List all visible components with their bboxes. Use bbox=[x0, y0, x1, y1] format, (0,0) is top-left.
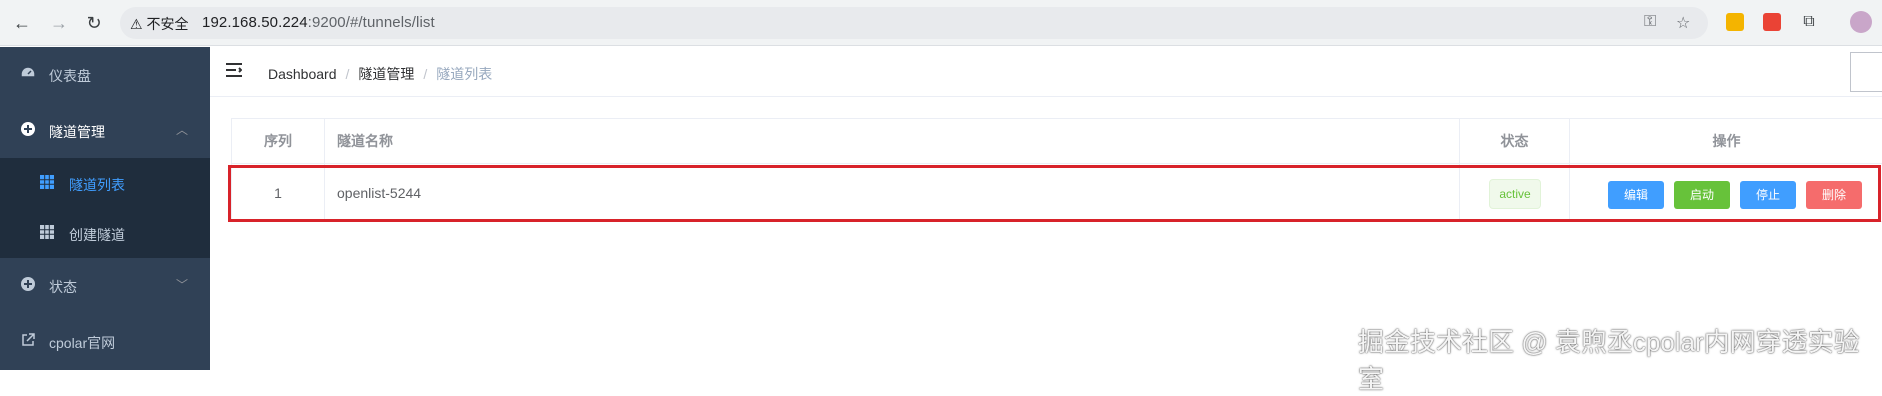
sidebar-item-create-tunnel[interactable]: 创建隧道 bbox=[0, 208, 210, 258]
address-bar[interactable]: ⚠ 不安全 192.168.50.224:9200/#/tunnels/list… bbox=[120, 7, 1708, 39]
dashboard-icon bbox=[20, 66, 36, 78]
browser-toolbar: ← → ↻ ⚠ 不安全 192.168.50.224:9200/#/tunnel… bbox=[0, 0, 1882, 46]
highlight-box bbox=[228, 165, 1881, 222]
plus-circle-icon bbox=[21, 122, 35, 136]
sidebar: 仪表盘 隧道管理 ︿ 隧道列表 创建隧道 状态 ﹀ cpolar官网 bbox=[0, 47, 210, 370]
hamburger-icon[interactable] bbox=[226, 63, 242, 77]
extension-icon[interactable] bbox=[1726, 13, 1744, 31]
sidebar-item-label: 创建隧道 bbox=[69, 227, 125, 243]
url-text[interactable]: 192.168.50.224:9200/#/tunnels/list bbox=[202, 14, 435, 31]
extension-icon[interactable] bbox=[1763, 13, 1781, 31]
watermark: 掘金技术社区 @ 袁煦丞cpolar内网穿透实验室 bbox=[1358, 327, 1860, 394]
breadcrumb-item-dashboard[interactable]: Dashboard bbox=[268, 66, 337, 82]
navbar: Dashboard / 隧道管理 / 隧道列表 bbox=[210, 47, 1882, 97]
external-link-icon bbox=[22, 333, 35, 346]
header-cell: 操作 bbox=[1712, 133, 1741, 149]
grid-icon bbox=[40, 175, 54, 189]
chevron-up-icon: ︿ bbox=[175, 123, 188, 137]
header-cell: 序列 bbox=[232, 119, 325, 163]
sidebar-item-tunnel-management[interactable]: 隧道管理 ︿ bbox=[0, 103, 210, 159]
reload-icon[interactable]: ↻ bbox=[82, 11, 106, 35]
sidebar-item-label: 仪表盘 bbox=[49, 68, 91, 84]
sidebar-item-label: 隧道管理 bbox=[49, 124, 105, 140]
password-key-icon[interactable]: ⚿ bbox=[1644, 13, 1656, 31]
header-cell: 状态 bbox=[1460, 119, 1570, 163]
sidebar-item-cpolar-site[interactable]: cpolar官网 bbox=[0, 314, 210, 370]
profile-avatar[interactable] bbox=[1850, 11, 1872, 33]
sidebar-item-label: cpolar官网 bbox=[49, 335, 116, 351]
sidebar-item-label: 隧道列表 bbox=[69, 177, 125, 193]
sidebar-item-label: 状态 bbox=[49, 279, 77, 295]
extensions-puzzle-icon[interactable]: ⧉ bbox=[1797, 10, 1821, 34]
sidebar-item-status[interactable]: 状态 ﹀ bbox=[0, 258, 210, 314]
grid-icon bbox=[40, 225, 54, 239]
sidebar-item-tunnel-list[interactable]: 隧道列表 bbox=[0, 158, 210, 208]
header-cell: 隧道名称 bbox=[325, 119, 1460, 163]
submenu-tunnel: 隧道列表 创建隧道 bbox=[0, 158, 210, 258]
table-header: 序列 隧道名称 状态 操作 bbox=[232, 119, 1882, 164]
sidebar-item-dashboard[interactable]: 仪表盘 bbox=[0, 47, 210, 103]
plus-circle-icon bbox=[21, 277, 35, 291]
breadcrumb-item-tunnel-management[interactable]: 隧道管理 bbox=[358, 66, 414, 82]
security-warning[interactable]: ⚠ 不安全 bbox=[130, 14, 188, 34]
bookmark-star-icon[interactable]: ☆ bbox=[1676, 13, 1690, 33]
back-icon[interactable]: ← bbox=[10, 11, 34, 35]
forward-icon[interactable]: → bbox=[47, 11, 71, 35]
breadcrumb-item-current: 隧道列表 bbox=[436, 66, 493, 82]
chevron-down-icon: ﹀ bbox=[175, 278, 188, 292]
breadcrumb: Dashboard / 隧道管理 / 隧道列表 bbox=[268, 66, 493, 82]
avatar[interactable] bbox=[1850, 52, 1882, 92]
